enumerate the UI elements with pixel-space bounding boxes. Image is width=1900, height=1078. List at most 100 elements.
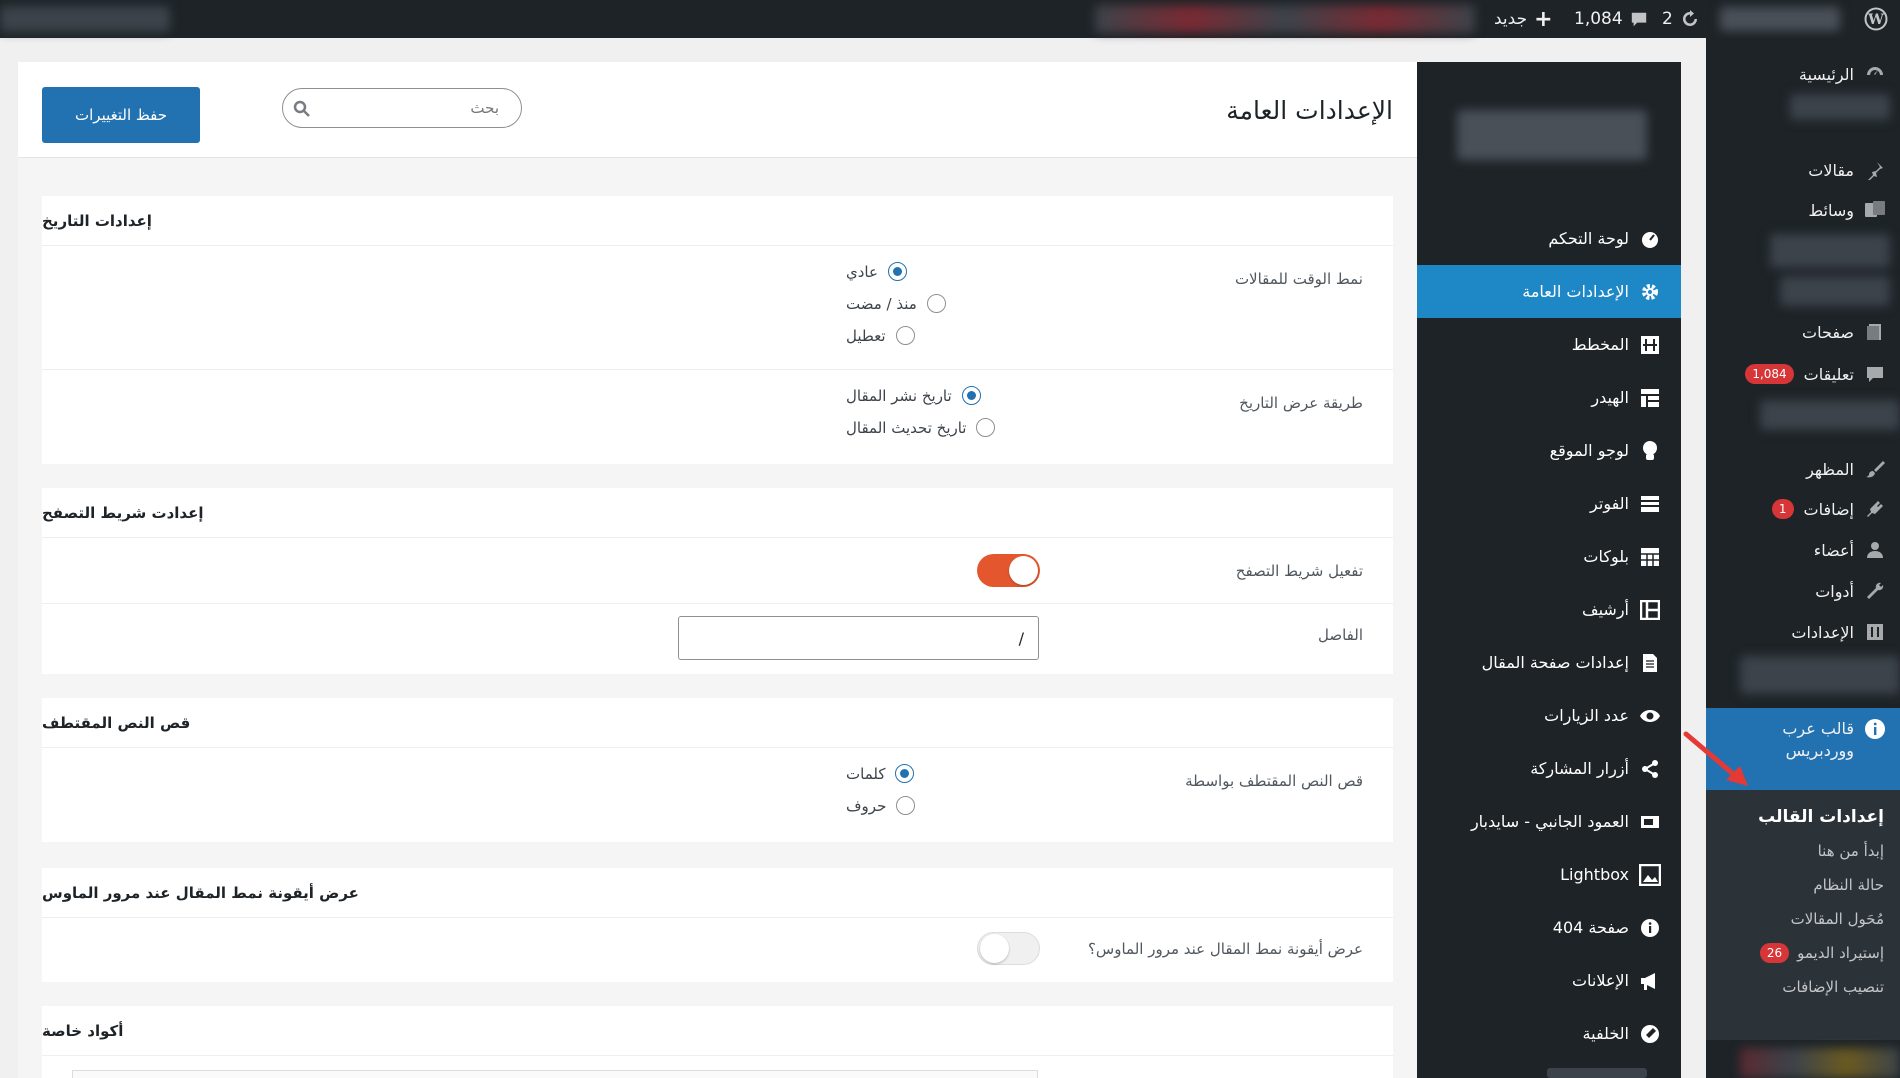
sidebar-item-ads[interactable]: الإعلانات xyxy=(1417,954,1681,1007)
blocks-icon xyxy=(1639,546,1661,568)
menu-dashboard[interactable]: الرئيسية xyxy=(1706,56,1900,92)
radio-option[interactable]: تاريخ نشر المقال xyxy=(846,386,981,405)
menu-comments-label: تعليقات xyxy=(1803,364,1854,384)
radio-option[interactable]: منذ / مضت xyxy=(846,294,946,313)
code-editor[interactable] xyxy=(72,1070,1038,1078)
menu-posts-label: مقالات xyxy=(1808,160,1854,180)
menu-plugins[interactable]: 1 إضافات xyxy=(1706,491,1900,527)
submenu-system-status[interactable]: حالة النظام xyxy=(1706,868,1900,902)
search-box[interactable] xyxy=(282,88,522,128)
sidebar-item-visits-count[interactable]: عدد الزيارات xyxy=(1417,689,1681,742)
radio-option[interactable]: تاريخ تحديث المقال xyxy=(846,418,996,437)
hover-icon-toggle[interactable] xyxy=(977,932,1040,965)
page-title: الإعدادات العامة xyxy=(1226,96,1393,125)
menu-comments[interactable]: 1,084 تعليقات xyxy=(1706,356,1900,392)
toggle-knob xyxy=(1009,556,1038,585)
submenu-start-here[interactable]: إبدأ من هنا xyxy=(1706,834,1900,868)
sidebar-item-post-page-settings[interactable]: إعدادات صفحة المقال xyxy=(1417,636,1681,689)
radio-option[interactable]: كلمات xyxy=(846,764,915,783)
sidebar-item-blocks[interactable]: بلوكات xyxy=(1417,530,1681,583)
sidebar-item-label: الهيدر xyxy=(1591,388,1629,407)
theme-menu-line2: ووردبريس xyxy=(1785,741,1854,760)
sidebar-item-general-settings[interactable]: الإعدادات العامة xyxy=(1417,265,1681,318)
settings-icon xyxy=(1864,621,1886,643)
document-icon xyxy=(1639,652,1661,674)
radio-button[interactable] xyxy=(895,326,915,345)
admin-bar: جديد + 1,084 2 W xyxy=(0,0,1900,38)
section-title: إعدادت شريط التصفح xyxy=(42,488,1393,538)
radio-button[interactable] xyxy=(961,386,981,405)
new-content-menu[interactable]: جديد + xyxy=(1494,0,1553,38)
sidebar-item-lightbox[interactable]: Lightbox xyxy=(1417,848,1681,901)
theme-logo-blurred xyxy=(1457,110,1647,160)
options-header: الإعدادات العامة حفظ التغييرات xyxy=(18,62,1417,158)
radio-option[interactable]: حروف xyxy=(846,796,916,815)
comments-count: 1,084 xyxy=(1574,9,1623,29)
user-area-blurred xyxy=(1095,5,1475,33)
megaphone-icon xyxy=(1639,970,1661,992)
lightbulb-icon xyxy=(1639,440,1661,462)
sidebar-item-site-logo[interactable]: لوجو الموقع xyxy=(1417,424,1681,477)
section-title: عرض أيقونة نمط المقال عند مرور الماوس xyxy=(42,868,1393,918)
menu-settings[interactable]: الإعدادات xyxy=(1706,614,1900,650)
demo-import-label: إستيراد الديمو xyxy=(1797,944,1884,962)
radio-button[interactable] xyxy=(896,796,916,815)
breadcrumb-toggle[interactable] xyxy=(977,554,1040,587)
comments-menu[interactable]: 1,084 xyxy=(1574,0,1648,38)
radio-option[interactable]: عادي xyxy=(846,262,907,281)
theme-options-sidebar: لوحة التحكم الإعدادات العامة المخطط الهي… xyxy=(1417,62,1681,1078)
submenu-posts-converter[interactable]: مُحَول المقالات xyxy=(1706,902,1900,936)
radio-button[interactable] xyxy=(887,262,907,281)
menu-posts[interactable]: مقالات xyxy=(1706,152,1900,188)
theme-submenu: إعدادات القالب إبدأ من هنا حالة النظام م… xyxy=(1706,790,1900,1040)
sidebar-item-404-page[interactable]: صفحة 404 xyxy=(1417,901,1681,954)
row-time-format: نمط الوقت للمقالات عادي منذ / مضت تعطيل xyxy=(42,246,1393,370)
row-excerpt-by: قص النص المقتطف بواسطة كلمات حروف xyxy=(42,748,1393,842)
blurred-menu-item xyxy=(1760,400,1900,430)
updates-menu[interactable]: 2 xyxy=(1662,0,1700,38)
radio-button[interactable] xyxy=(926,294,946,313)
separator-label: الفاصل xyxy=(1318,626,1363,644)
sidebar-item-layout[interactable]: المخطط xyxy=(1417,318,1681,371)
sidebar-item-footer[interactable]: الفوتر xyxy=(1417,477,1681,530)
radio-button[interactable] xyxy=(976,418,996,437)
submenu-install-plugins[interactable]: تنصيب الإضافات xyxy=(1706,970,1900,1004)
sidebar-item-share-buttons[interactable]: أزرار المشاركة xyxy=(1417,742,1681,795)
sidebar-icon xyxy=(1639,811,1661,833)
comment-icon xyxy=(1864,363,1886,385)
separator-input[interactable] xyxy=(678,616,1039,660)
section-hover-icon: عرض أيقونة نمط المقال عند مرور الماوس عر… xyxy=(42,868,1393,982)
blurred-menu-item xyxy=(1740,1048,1900,1078)
radio-button[interactable] xyxy=(895,764,915,783)
save-changes-button[interactable]: حفظ التغييرات xyxy=(42,87,200,143)
menu-users[interactable]: أعضاء xyxy=(1706,532,1900,568)
date-display-label: طريقة عرض التاريخ xyxy=(1239,394,1363,412)
sidebar-item-label: الخلفية xyxy=(1582,1024,1629,1043)
row-enable-breadcrumb: تفعيل شريط التصفح xyxy=(42,538,1393,604)
sidebar-item-background[interactable]: الخلفية xyxy=(1417,1007,1681,1060)
search-input[interactable] xyxy=(313,89,513,127)
sidebar-item-sidebar[interactable]: العمود الجانبي - سايدبار xyxy=(1417,795,1681,848)
sidebar-item-archive[interactable]: أرشيف xyxy=(1417,583,1681,636)
radio-label: تاريخ تحديث المقال xyxy=(846,418,967,437)
sidebar-item-header[interactable]: الهيدر xyxy=(1417,371,1681,424)
menu-plugins-label: إضافات xyxy=(1803,499,1855,519)
sidebar-item-label: الإعلانات xyxy=(1571,971,1629,990)
submenu-demo-import[interactable]: 26 إستيراد الديمو xyxy=(1706,936,1900,970)
menu-pages[interactable]: صفحات xyxy=(1706,314,1900,350)
wordpress-logo-icon[interactable]: W xyxy=(1864,0,1888,38)
sidebar-item-dashboard[interactable]: لوحة التحكم xyxy=(1417,212,1681,265)
menu-tools-label: أدوات xyxy=(1815,581,1854,601)
section-date-settings: إعدادات التاريخ نمط الوقت للمقالات عادي … xyxy=(42,196,1393,464)
menu-appearance[interactable]: المظهر xyxy=(1706,451,1900,487)
sidebar-item-label: أزرار المشاركة xyxy=(1530,759,1629,778)
menu-tools[interactable]: أدوات xyxy=(1706,573,1900,609)
radio-option[interactable]: تعطيل xyxy=(846,326,915,345)
footer-icon xyxy=(1639,493,1661,515)
submenu-theme-settings[interactable]: إعدادات القالب xyxy=(1706,800,1900,834)
site-name-blurred xyxy=(0,6,170,32)
user-icon xyxy=(1864,539,1886,561)
blurred-menu-item xyxy=(1770,234,1890,268)
radio-label: كلمات xyxy=(846,764,886,783)
menu-media[interactable]: وسائط xyxy=(1706,192,1900,228)
